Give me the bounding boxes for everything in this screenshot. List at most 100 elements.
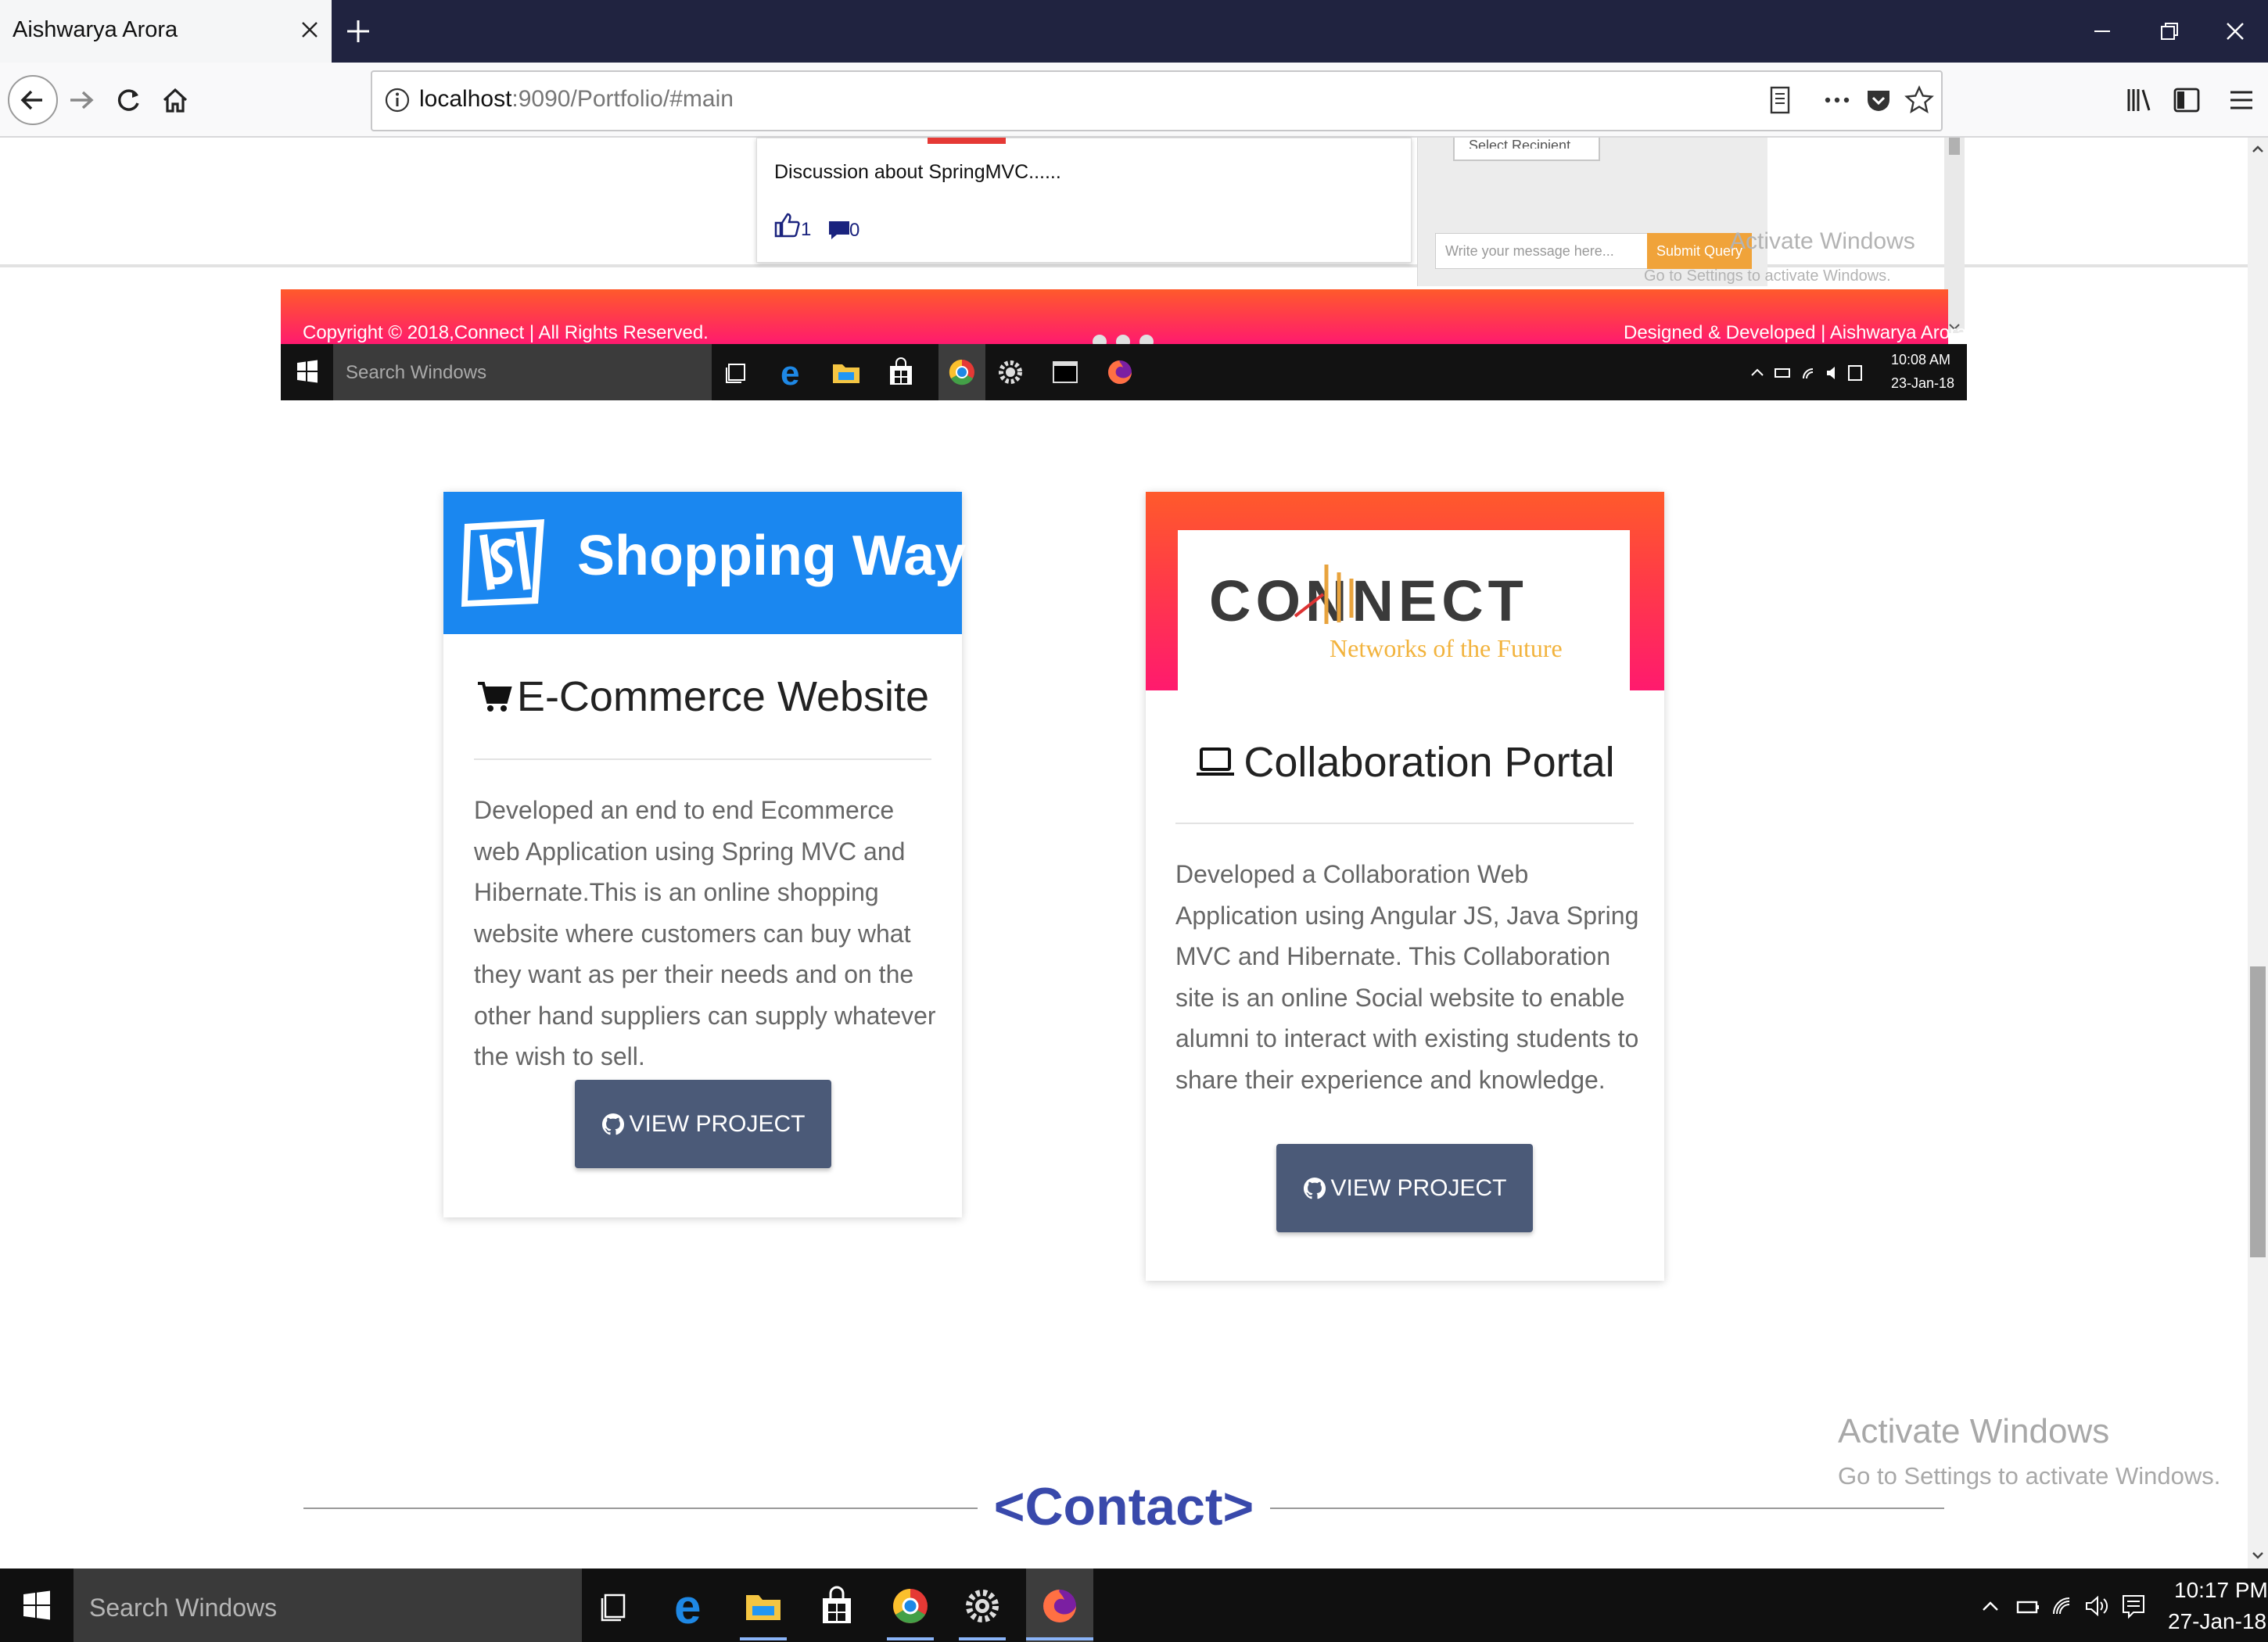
svg-text:e: e (674, 1583, 701, 1629)
task-view-icon (720, 355, 754, 389)
pocket-icon[interactable] (1861, 83, 1896, 117)
connect-logo-tagline: Networks of the Future (1330, 634, 1563, 662)
task-view-icon[interactable] (591, 1583, 638, 1629)
thumbs-up-icon (773, 211, 802, 239)
divider (1270, 1508, 1944, 1509)
project-description: Developed a Collaboration Web Applicatio… (1175, 860, 1639, 1094)
divider (1175, 823, 1634, 824)
project-title: Collaboration Portal (1243, 739, 1615, 786)
connect-logo: CONNECT Networks of the Future (1178, 530, 1630, 690)
contact-section-heading: <Contact> (993, 1477, 1254, 1536)
embedded-taskbar-search-text: Search Windows (346, 362, 487, 383)
clock-date[interactable]: 27-Jan-18 (2168, 1609, 2266, 1634)
chevron-down-icon[interactable] (2249, 1547, 2266, 1564)
project-title: E-Commerce Website (516, 673, 930, 720)
url-path: :9090/Portfolio/#main (511, 86, 734, 112)
embedded-like-count: 1 (801, 219, 812, 240)
firefox-icon (1103, 355, 1137, 389)
sidebar-icon[interactable] (2168, 81, 2205, 119)
divider (474, 758, 931, 760)
view-project-button[interactable]: VIEW PROJECT (1276, 1144, 1533, 1232)
file-explorer-icon[interactable] (740, 1583, 787, 1629)
embedded-activate-watermark-sub: Go to Settings to activate Windows. (1644, 267, 1891, 285)
windows-logo-icon (296, 360, 319, 383)
embedded-post-title-fragment (928, 138, 1006, 144)
tab-title: Aishwarya Arora (13, 17, 178, 42)
page-scrollbar[interactable] (2248, 138, 2268, 1569)
info-icon[interactable] (382, 84, 413, 116)
embedded-scrollbar-thumb (1949, 138, 1960, 155)
plus-icon[interactable] (341, 14, 375, 48)
embedded-message-placeholder: Write your message here... (1445, 243, 1614, 259)
cart-icon (476, 679, 512, 715)
running-indicator (740, 1637, 787, 1640)
url-host: localhost (419, 86, 512, 112)
clock-time[interactable]: 10:17 PM (2174, 1578, 2268, 1603)
firefox-icon[interactable] (1036, 1583, 1083, 1629)
github-icon (601, 1112, 626, 1137)
divider (303, 1508, 978, 1509)
embedded-footer-credit: Designed & Developed | Aishwarya Arora (1624, 322, 1967, 343)
embedded-clock-date: 23-Jan-18 (1891, 375, 1955, 391)
edge-icon[interactable]: e (666, 1583, 713, 1629)
running-indicator (959, 1637, 1006, 1640)
settings-gear-icon[interactable] (959, 1583, 1006, 1629)
star-icon[interactable] (1902, 83, 1936, 117)
terminal-icon (1048, 355, 1082, 389)
wifi-icon[interactable] (2049, 1594, 2076, 1619)
library-icon[interactable] (2121, 81, 2159, 119)
url-text[interactable]: localhost:9090/Portfolio/#main (419, 86, 734, 113)
hamburger-menu-icon[interactable] (2223, 81, 2260, 119)
restore-icon[interactable] (2152, 14, 2187, 48)
embedded-post-card (756, 138, 1412, 263)
project-title-row: E-Commerce Website (443, 672, 962, 721)
svg-text:e: e (781, 355, 799, 389)
scrollbar-thumb[interactable] (2250, 966, 2266, 1257)
window-close-icon[interactable] (2218, 14, 2252, 48)
github-icon (1302, 1176, 1327, 1201)
store-icon (884, 355, 918, 389)
volume-icon[interactable] (2083, 1594, 2110, 1619)
view-project-label: VIEW PROJECT (1330, 1174, 1507, 1201)
settings-gear-icon (993, 355, 1028, 389)
embedded-post-text: Discussion about SpringMVC...... (774, 161, 1061, 183)
shopping-way-brand-text: Shopping Way!!! (577, 525, 1023, 587)
project-description: Developed an end to end Ecommerce web Ap… (474, 796, 936, 1070)
view-project-button[interactable]: VIEW PROJECT (575, 1080, 831, 1168)
embedded-recipient-select-text: Select Recipient (1469, 138, 1571, 149)
back-arrow-icon[interactable] (8, 75, 58, 125)
reload-icon[interactable] (106, 78, 150, 122)
more-actions-icon[interactable] (1819, 83, 1855, 117)
home-icon[interactable] (153, 78, 197, 122)
chevron-up-icon[interactable] (1979, 1595, 2002, 1619)
edge-icon: e (774, 355, 809, 389)
notification-center-icon[interactable] (2119, 1592, 2148, 1620)
running-indicator (1026, 1637, 1093, 1640)
forward-arrow-icon[interactable] (59, 78, 103, 122)
activate-windows-subtitle: Go to Settings to activate Windows. (1838, 1462, 2221, 1490)
chevron-up-icon[interactable] (2249, 141, 2266, 158)
embedded-comment-count: 0 (849, 220, 860, 241)
laptop-icon (1195, 744, 1236, 780)
close-icon[interactable] (296, 16, 324, 44)
windows-logo-icon[interactable] (0, 1569, 74, 1642)
activate-windows-watermark: Activate Windows (1838, 1412, 2110, 1450)
store-icon[interactable] (813, 1583, 860, 1629)
view-project-label: VIEW PROJECT (629, 1110, 806, 1137)
embedded-activate-watermark: Activate Windows (1730, 228, 1915, 254)
embedded-system-tray (1747, 361, 1872, 385)
reader-view-icon[interactable] (1763, 83, 1797, 117)
chrome-icon (938, 344, 985, 400)
embedded-clock-time: 10:08 AM (1891, 352, 1951, 367)
chrome-icon[interactable] (887, 1583, 934, 1629)
embedded-footer-copyright: Copyright © 2018,Connect | All Rights Re… (303, 322, 709, 343)
connect-logo-wordmark: CONNECT (1209, 568, 1528, 633)
taskbar-search-placeholder: Search Windows (89, 1594, 278, 1622)
shopping-way-logo-icon (460, 518, 549, 608)
browser-tab-strip (0, 0, 2268, 63)
comment-icon (827, 219, 851, 241)
project-title-row: Collaboration Portal (1146, 738, 1664, 787)
minimize-icon[interactable] (2085, 14, 2119, 48)
battery-icon[interactable] (2015, 1595, 2041, 1619)
file-explorer-icon (829, 355, 863, 389)
